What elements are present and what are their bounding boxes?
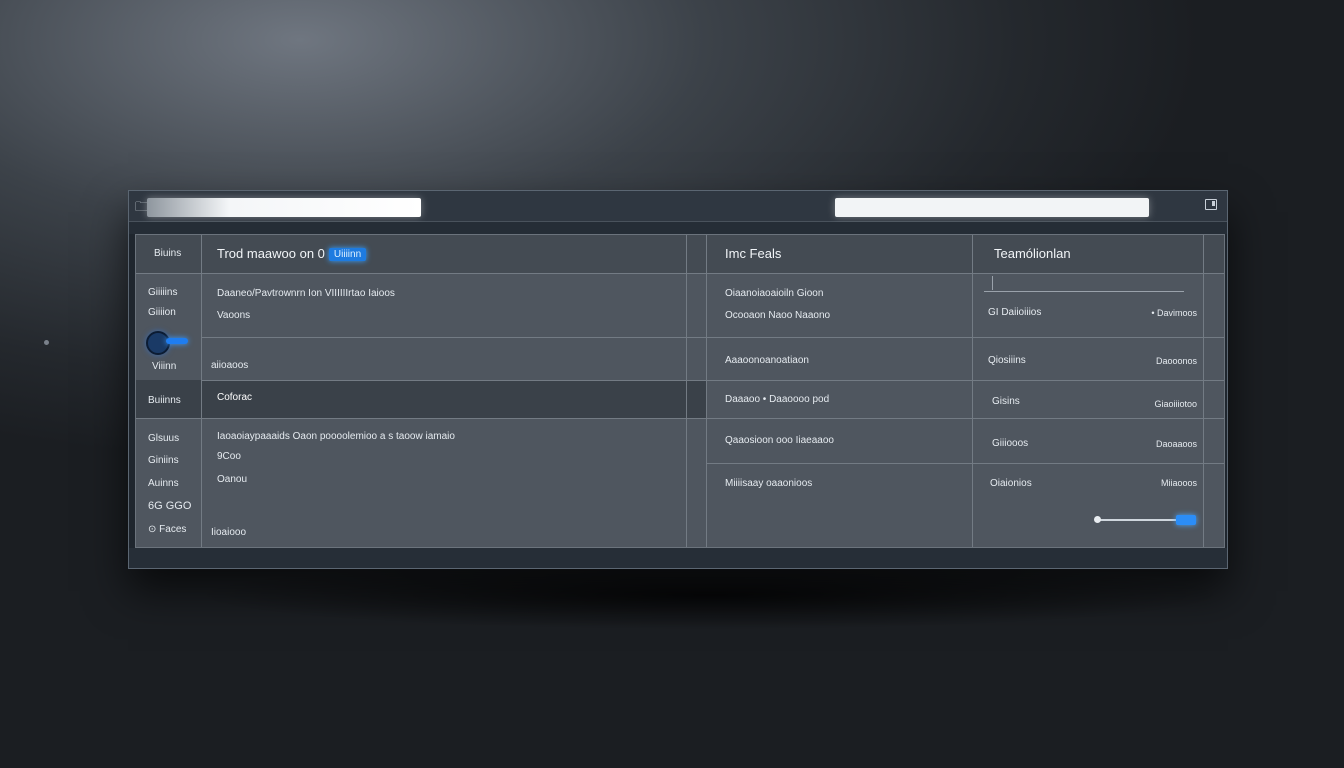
transaction-right: • Davimoos [1151,308,1197,318]
sidebar-item[interactable]: Viiinn [152,361,176,372]
row-divider [201,337,1224,338]
main-row-subtext: 9Coo [217,451,241,462]
feature-row-text[interactable]: Qaaosioon ooo Iiaeaaoo [725,435,834,446]
sidebar-item[interactable]: Auinns [148,478,179,489]
sidebar-header: Biuins [154,248,182,259]
main-row-text[interactable]: aiioaoos [211,360,248,371]
header-underline [984,291,1184,292]
slider-track[interactable] [1098,519,1188,521]
status-bar [129,548,1227,568]
column-divider [686,235,687,547]
main-row-text[interactable]: Iioaiooo [211,527,246,538]
transaction-left[interactable]: Giiiooos [992,438,1028,449]
main-row-text[interactable]: Daaneo/Pavtrownrn Ion VIIIIIIrtao Iaioos [217,288,395,299]
status-badge[interactable]: Uiiiinn [328,248,367,262]
transactions-panel-title: Teamólionlan [994,246,1071,261]
transaction-right: Giaoiiiotoo [1154,399,1197,409]
transaction-right: Miiaooos [1160,478,1197,488]
sidebar-item[interactable]: Giiiiins [148,287,177,298]
transaction-left[interactable]: Gisins [992,396,1020,407]
feature-row-text[interactable]: Daaaoo • Daaoooo pod [725,394,829,405]
transaction-right: Daoaaoos [1155,439,1197,449]
column-divider [201,235,202,547]
sidebar-item[interactable]: ⊙ Faces [148,524,186,535]
app-window: 🗀 Biuins Giiiiins Giiiion Viiinn Buiinns… [128,190,1228,569]
feature-row-text[interactable]: Oiaanoiaoaioiln Gioon [725,288,823,299]
window-layout-icon[interactable] [1205,199,1217,210]
sidebar-item[interactable]: Giniins [148,455,179,466]
column-divider [706,235,707,547]
selected-row-background [201,380,706,418]
feature-row-text[interactable]: Miiiisaay oaaonioos [725,478,812,489]
feature-row-subtext: Ocooaon Naoo Naaono [725,310,831,321]
column-marker [992,276,993,290]
sidebar-item-selected[interactable]: Buiinns [148,395,181,406]
toolbar-strip [129,222,1227,234]
row-divider [201,380,1224,381]
slider-value-button[interactable] [1176,515,1196,525]
sidebar-item[interactable]: Giiiion [148,307,176,318]
main-row-selected[interactable]: Coforac [217,392,252,403]
main-row-subtext: Vaoons [217,310,251,321]
sidebar-item[interactable]: 6G GGO [148,500,191,512]
search-bar-right[interactable] [835,198,1149,217]
feature-row-text[interactable]: Aaaoonoanoatiaon [725,355,809,366]
sidebar-item[interactable]: Glsuus [148,433,179,444]
features-panel-title: Imc Feals [725,246,782,261]
title-bar: 🗀 [129,191,1227,222]
main-row-text[interactable]: Iaoaoiaypaaaids Oaon poooolemioo a s tao… [217,431,455,442]
transaction-left[interactable]: GI Daiioiiios [988,307,1041,318]
address-bar-left[interactable] [147,198,421,217]
column-divider [1203,235,1204,547]
transaction-right: Daooonos [1155,356,1197,366]
slider-handle[interactable] [1094,516,1101,523]
transaction-left[interactable]: Qiosiiins [988,355,1026,366]
main-panel-title: Trod maawoo on 0 Uiiiinn [217,246,367,262]
main-row-subtext: Oanou [217,474,248,485]
transaction-left[interactable]: Oiaionios [990,478,1032,489]
main-panel-title-text: Trod maawoo on 0 [217,246,325,261]
row-divider [136,418,1224,419]
toggle-switch[interactable] [166,338,188,344]
row-divider [136,273,1224,274]
row-divider [706,463,1224,464]
content-grid: Biuins Giiiiins Giiiion Viiinn Buiinns G… [135,234,1225,548]
column-divider [972,235,973,547]
background-dot [44,340,49,345]
window-shadow [190,560,1230,630]
